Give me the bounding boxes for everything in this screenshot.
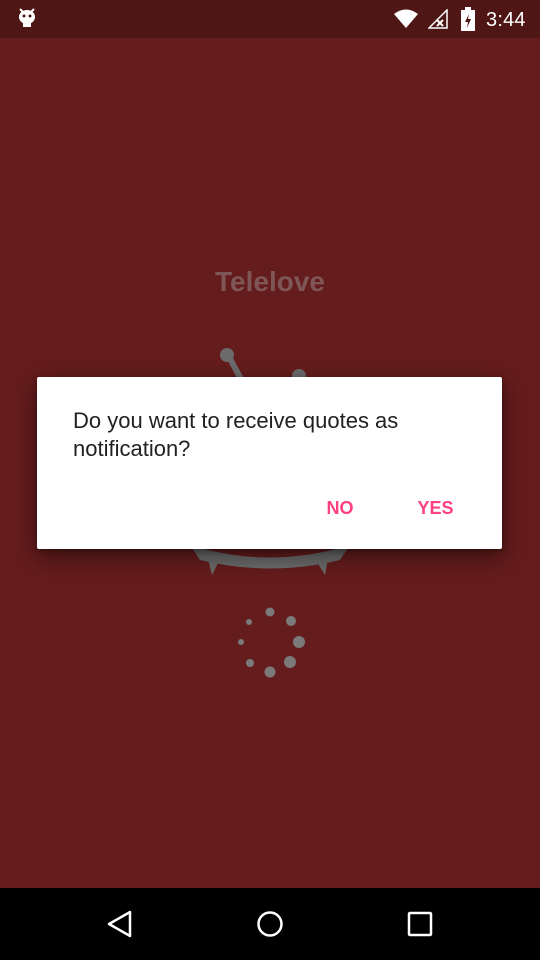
status-time: 3:44 <box>486 9 526 31</box>
battery-icon <box>461 7 475 31</box>
status-bar: 3:44 <box>0 0 540 38</box>
wifi-icon <box>394 9 418 28</box>
back-icon[interactable] <box>104 908 136 940</box>
spinner-icon <box>238 607 305 678</box>
dialog-message: Do you want to receive quotes as notific… <box>73 408 399 461</box>
navigation-bar <box>0 888 540 960</box>
no-button[interactable]: NO <box>313 490 367 526</box>
signal-icon <box>428 9 448 29</box>
yes-button[interactable]: YES <box>407 490 464 526</box>
notification-dialog: Do you want to receive quotes as notific… <box>37 377 502 549</box>
recents-icon[interactable] <box>404 908 436 940</box>
android-icon <box>19 8 35 27</box>
app-title: Telelove <box>215 266 325 297</box>
home-icon[interactable] <box>254 908 286 940</box>
